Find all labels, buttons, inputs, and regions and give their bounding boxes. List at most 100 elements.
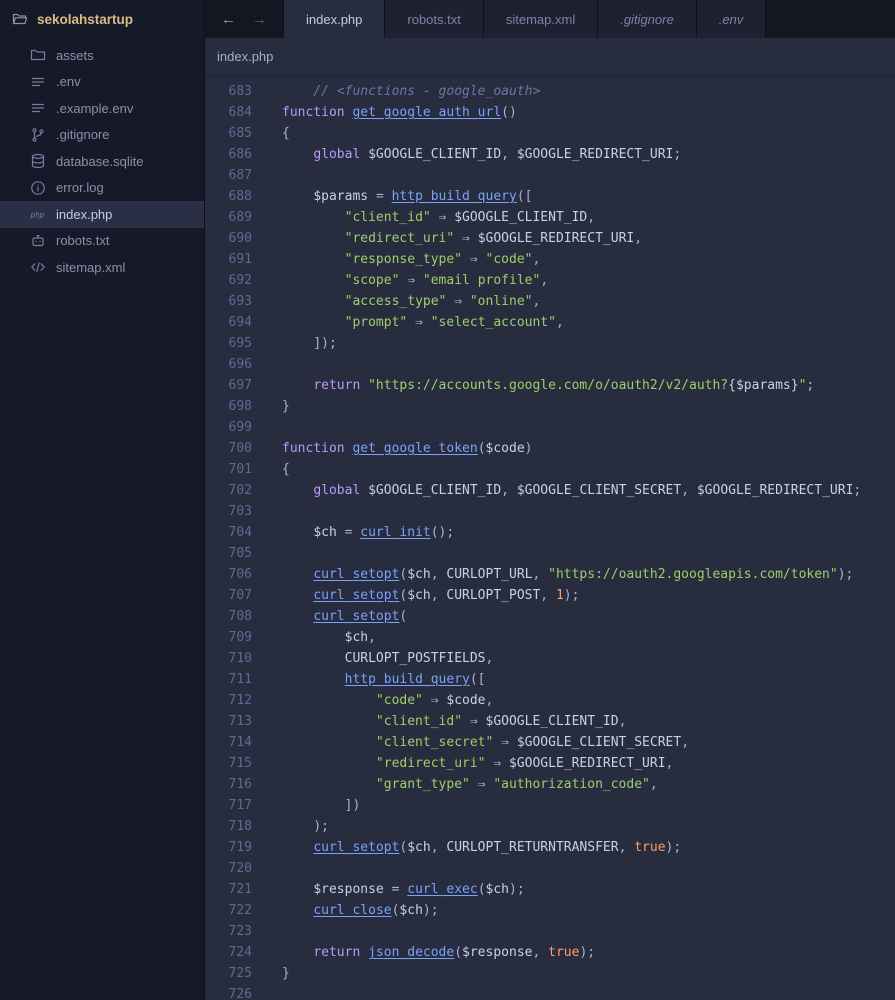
- code-text: curl_setopt(: [313, 609, 408, 624]
- code-text: }: [282, 966, 290, 981]
- sidebar-item-robots-txt[interactable]: robots.txt: [0, 228, 204, 255]
- code-line[interactable]: 716 "grant_type" ⇒ "authorization_code",: [205, 774, 895, 795]
- file-name: assets: [56, 47, 94, 63]
- tab-index-php[interactable]: index.php: [284, 0, 386, 38]
- sidebar-item-gitignore[interactable]: .gitignore: [0, 122, 204, 149]
- code-line[interactable]: 721 $response = curl_exec($ch);: [205, 879, 895, 900]
- info-icon: [30, 180, 46, 196]
- sidebar-item-sitemap-xml[interactable]: sitemap.xml: [0, 254, 204, 281]
- code-line[interactable]: 699: [205, 417, 895, 438]
- code-icon: [30, 259, 46, 275]
- list-icon: [30, 100, 46, 116]
- code-line[interactable]: 694 "prompt" ⇒ "select_account",: [205, 312, 895, 333]
- workspace-header[interactable]: sekolahstartup: [0, 0, 204, 38]
- code-line[interactable]: 711 http_build_query([: [205, 669, 895, 690]
- code-line[interactable]: 686 global $GOOGLE_CLIENT_ID, $GOOGLE_RE…: [205, 144, 895, 165]
- line-number: 722: [228, 903, 252, 918]
- tab-robots-txt[interactable]: robots.txt: [385, 0, 484, 38]
- code-line[interactable]: 713 "client_id" ⇒ $GOOGLE_CLIENT_ID,: [205, 711, 895, 732]
- code-text: "prompt" ⇒ "select_account",: [344, 315, 564, 330]
- code-line[interactable]: 687: [205, 165, 895, 186]
- tab-bar: ← → index.php robots.txt sitemap.xml .gitig…: [205, 0, 895, 38]
- code-text: // <functions - google_oauth>: [313, 84, 541, 99]
- code-line[interactable]: 703: [205, 501, 895, 522]
- file-name: .env: [56, 74, 81, 90]
- line-number: 688: [228, 189, 252, 204]
- app-window: sekolahstartup assets .env .example.env .gi…: [0, 0, 895, 1000]
- code-line[interactable]: 717 ]): [205, 795, 895, 816]
- code-line[interactable]: 689 "client_id" ⇒ $GOOGLE_CLIENT_ID,: [205, 207, 895, 228]
- line-number: 715: [228, 756, 252, 771]
- code-text: function get_google_auth_url(): [282, 105, 517, 120]
- line-number: 693: [228, 294, 252, 309]
- code-line[interactable]: 725}: [205, 963, 895, 984]
- code-line[interactable]: 724 return json_decode($response, true);: [205, 942, 895, 963]
- line-number: 706: [228, 567, 252, 582]
- code-line[interactable]: 698}: [205, 396, 895, 417]
- code-line[interactable]: 691 "response_type" ⇒ "code",: [205, 249, 895, 270]
- code-line[interactable]: 701 {: [205, 459, 895, 480]
- code-line[interactable]: 702 global $GOOGLE_CLIENT_ID, $GOOGLE_CL…: [205, 480, 895, 501]
- code-line[interactable]: 707 curl_setopt($ch, CURLOPT_POST, 1);: [205, 585, 895, 606]
- line-number: 717: [228, 798, 252, 813]
- breadcrumb-file[interactable]: index.php: [217, 49, 273, 64]
- code-line[interactable]: 688 $params = http_build_query([: [205, 186, 895, 207]
- file-name: database.sqlite: [56, 153, 144, 169]
- code-line[interactable]: 709 $ch,: [205, 627, 895, 648]
- code-line[interactable]: 695 ]);: [205, 333, 895, 354]
- code-line[interactable]: 706 curl_setopt($ch, CURLOPT_URL, "https…: [205, 564, 895, 585]
- code-line[interactable]: 708 curl_setopt(: [205, 606, 895, 627]
- tab-env[interactable]: .env: [696, 0, 767, 38]
- code-line[interactable]: 714 "client_secret" ⇒ $GOOGLE_CLIENT_SEC…: [205, 732, 895, 753]
- line-number: 725: [228, 966, 252, 981]
- line-number: 695: [228, 336, 252, 351]
- code-line[interactable]: 683 // <functions - google_oauth>: [205, 81, 895, 102]
- sidebar-item-env[interactable]: .env: [0, 69, 204, 96]
- line-number: 718: [228, 819, 252, 834]
- code-text: "client_id" ⇒ $GOOGLE_CLIENT_ID,: [375, 714, 627, 729]
- code-line[interactable]: 685 {: [205, 123, 895, 144]
- code-text: curl_setopt($ch, CURLOPT_POST, 1);: [313, 588, 580, 603]
- code-text: global $GOOGLE_CLIENT_ID, $GOOGLE_CLIENT…: [313, 483, 862, 498]
- code-line[interactable]: 720: [205, 858, 895, 879]
- line-number: 692: [228, 273, 252, 288]
- code-text: http_build_query([: [344, 672, 486, 687]
- code-line[interactable]: 684 function get_google_auth_url(): [205, 102, 895, 123]
- forward-button[interactable]: →: [252, 12, 267, 27]
- workspace-name: sekolahstartup: [37, 11, 134, 27]
- code-line[interactable]: 690 "redirect_uri" ⇒ $GOOGLE_REDIRECT_UR…: [205, 228, 895, 249]
- line-number: 711: [228, 672, 252, 687]
- code-line[interactable]: 705: [205, 543, 895, 564]
- sidebar-item-index-php[interactable]: php index.php: [0, 201, 204, 228]
- code-text: curl_setopt($ch, CURLOPT_RETURNTRANSFER,…: [313, 840, 682, 855]
- tab-sitemap-xml[interactable]: sitemap.xml: [483, 0, 599, 38]
- folder-open-icon: [12, 11, 28, 27]
- code-line[interactable]: 715 "redirect_uri" ⇒ $GOOGLE_REDIRECT_UR…: [205, 753, 895, 774]
- code-line[interactable]: 722 curl_close($ch);: [205, 900, 895, 921]
- back-button[interactable]: ←: [221, 12, 236, 27]
- code-text: $ch,: [344, 630, 376, 645]
- tab-gitignore[interactable]: .gitignore: [598, 0, 697, 38]
- sidebar-item-assets[interactable]: assets: [0, 42, 204, 69]
- code-line[interactable]: 704 $ch = curl_init();: [205, 522, 895, 543]
- line-number: 705: [228, 546, 252, 561]
- code-line[interactable]: 693 "access_type" ⇒ "online",: [205, 291, 895, 312]
- line-number: 721: [228, 882, 252, 897]
- code-line[interactable]: 710 CURLOPT_POSTFIELDS,: [205, 648, 895, 669]
- code-line[interactable]: 692 "scope" ⇒ "email profile",: [205, 270, 895, 291]
- sidebar-item-example-env[interactable]: .example.env: [0, 95, 204, 122]
- sidebar-item-database-sqlite[interactable]: database.sqlite: [0, 148, 204, 175]
- line-number: 704: [228, 525, 252, 540]
- code-line[interactable]: 712 "code" ⇒ $code,: [205, 690, 895, 711]
- code-line[interactable]: 719 curl_setopt($ch, CURLOPT_RETURNTRANS…: [205, 837, 895, 858]
- code-text: "redirect_uri" ⇒ $GOOGLE_REDIRECT_URI,: [375, 756, 674, 771]
- code-line[interactable]: 726: [205, 984, 895, 1000]
- code-line[interactable]: 697 return "https://accounts.google.com/…: [205, 375, 895, 396]
- code-editor[interactable]: 683 // <functions - google_oauth> 684 func…: [205, 76, 895, 1000]
- sidebar-item-error-log[interactable]: error.log: [0, 175, 204, 202]
- code-line[interactable]: 696: [205, 354, 895, 375]
- code-line[interactable]: 718 );: [205, 816, 895, 837]
- code-text: "client_id" ⇒ $GOOGLE_CLIENT_ID,: [344, 210, 596, 225]
- code-line[interactable]: 723: [205, 921, 895, 942]
- code-line[interactable]: 700 function get_google_token($code): [205, 438, 895, 459]
